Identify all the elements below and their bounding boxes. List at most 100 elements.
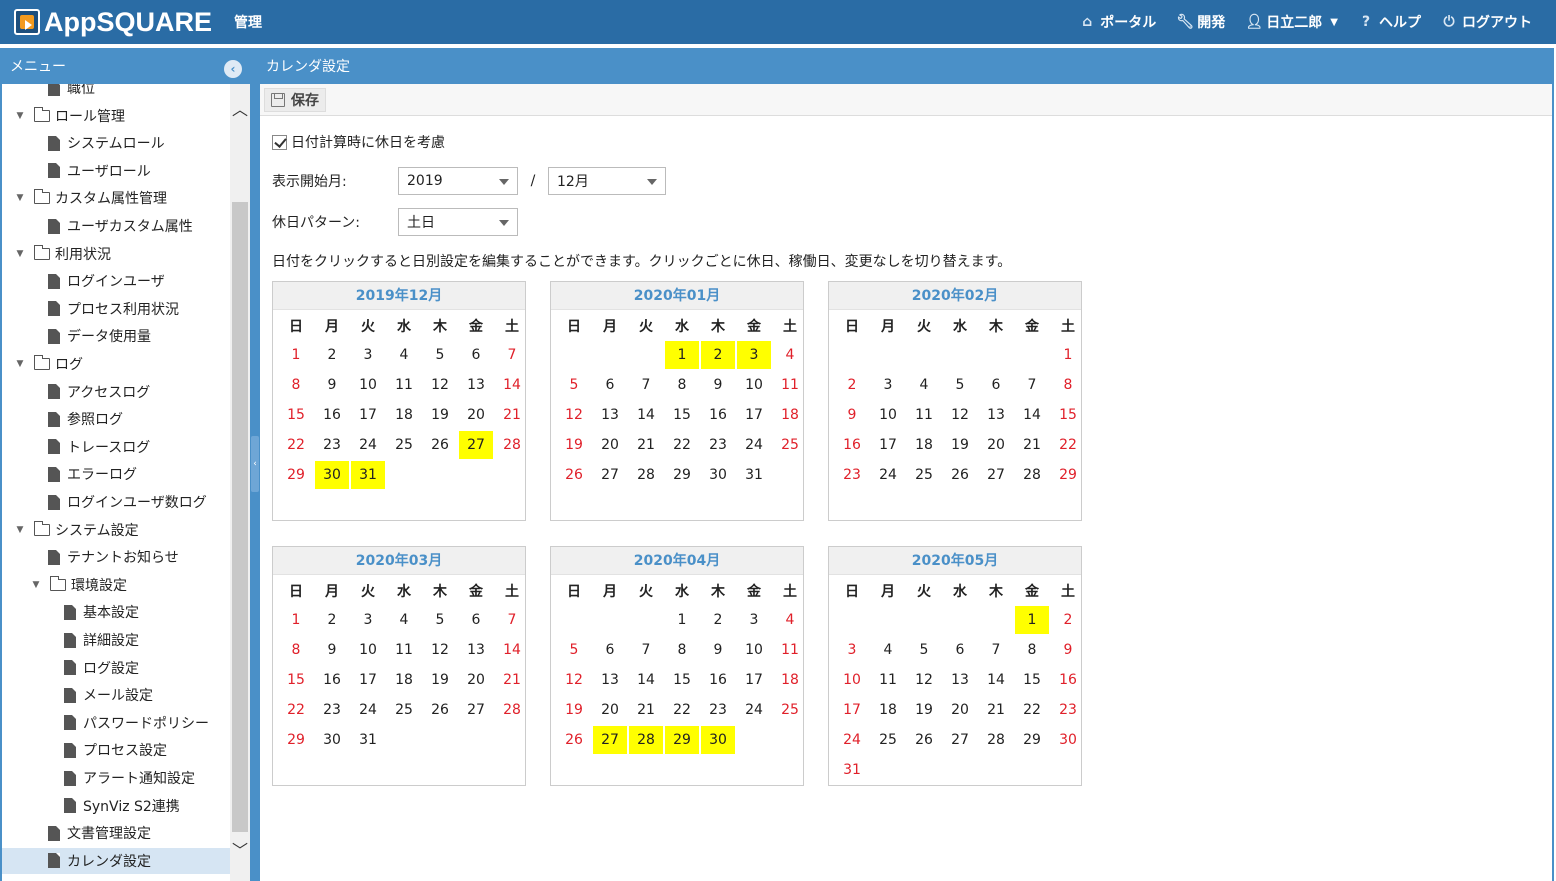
calendar-day[interactable]: 21 [628, 430, 664, 460]
expand-toggle-icon[interactable]: ▼ [14, 249, 26, 259]
calendar-day[interactable]: 17 [834, 695, 870, 725]
sidebar-item[interactable]: エラーログ [2, 461, 230, 487]
calendar-day[interactable]: 27 [458, 695, 494, 725]
calendar-day[interactable]: 18 [772, 400, 808, 430]
calendar-day[interactable]: 26 [556, 460, 592, 490]
sidebar-item[interactable]: 職位 [2, 84, 230, 101]
calendar-day[interactable]: 29 [1014, 725, 1050, 755]
calendar-day[interactable]: 28 [628, 725, 664, 755]
sidebar-item[interactable]: 詳細設定 [2, 627, 230, 653]
calendar-day[interactable]: 11 [386, 370, 422, 400]
sidebar-item[interactable]: メール設定 [2, 682, 230, 708]
calendar-day[interactable]: 18 [870, 695, 906, 725]
holiday-pattern-select[interactable]: 土日 [398, 208, 518, 236]
calendar-day[interactable]: 26 [422, 430, 458, 460]
collapse-sidebar-icon[interactable]: ‹ [224, 60, 242, 78]
calendar-day[interactable]: 11 [386, 635, 422, 665]
sidebar-item[interactable]: トレースログ [2, 434, 230, 460]
calendar-day[interactable]: 13 [458, 370, 494, 400]
calendar-day[interactable]: 17 [350, 665, 386, 695]
calendar-day[interactable]: 24 [736, 430, 772, 460]
calendar-day[interactable]: 7 [628, 635, 664, 665]
calendar-day[interactable]: 2 [700, 340, 736, 370]
sidebar-item[interactable]: ユーザカスタム属性 [2, 213, 230, 239]
calendar-day[interactable]: 30 [700, 725, 736, 755]
calendar-day[interactable]: 22 [664, 695, 700, 725]
calendar-day[interactable]: 8 [1050, 370, 1086, 400]
sidebar-item[interactable]: ▼ システム設定 [2, 517, 230, 543]
calendar-day[interactable]: 29 [278, 725, 314, 755]
sidebar-scrollbar[interactable]: ︿ ﹀ [230, 84, 250, 881]
nav-develop-link[interactable]: 🔧︎ 開発 [1176, 12, 1225, 32]
calendar-day[interactable]: 1 [278, 340, 314, 370]
start-month-select[interactable]: 12月 [548, 167, 666, 195]
calendar-day[interactable]: 6 [592, 635, 628, 665]
expand-toggle-icon[interactable]: ▼ [14, 525, 26, 535]
calendar-day[interactable]: 21 [494, 400, 530, 430]
calendar-day[interactable]: 8 [278, 370, 314, 400]
calendar-day[interactable]: 7 [494, 340, 530, 370]
calendar-day[interactable]: 21 [1014, 430, 1050, 460]
calendar-day[interactable]: 3 [736, 605, 772, 635]
calendar-day[interactable]: 25 [870, 725, 906, 755]
calendar-day[interactable]: 1 [664, 340, 700, 370]
calendar-day[interactable]: 7 [1014, 370, 1050, 400]
calendar-day[interactable]: 11 [772, 370, 808, 400]
calendar-day[interactable]: 10 [870, 400, 906, 430]
calendar-day[interactable]: 18 [386, 400, 422, 430]
calendar-day[interactable]: 1 [278, 605, 314, 635]
calendar-day[interactable]: 15 [664, 400, 700, 430]
calendar-day[interactable]: 16 [1050, 665, 1086, 695]
sidebar-item[interactable]: 参照ログ [2, 406, 230, 432]
calendar-day[interactable]: 5 [906, 635, 942, 665]
calendar-day[interactable]: 20 [978, 430, 1014, 460]
calendar-day[interactable]: 19 [422, 400, 458, 430]
expand-toggle-icon[interactable]: ▼ [14, 359, 26, 369]
calendar-day[interactable]: 1 [1050, 340, 1086, 370]
calendar-day[interactable]: 8 [664, 370, 700, 400]
calendar-day[interactable]: 11 [772, 635, 808, 665]
calendar-day[interactable]: 13 [942, 665, 978, 695]
calendar-day[interactable]: 10 [736, 370, 772, 400]
calendar-day[interactable]: 24 [736, 695, 772, 725]
sidebar-item[interactable]: カレンダ設定 [2, 847, 230, 874]
calendar-day[interactable]: 25 [772, 430, 808, 460]
calendar-day[interactable]: 11 [906, 400, 942, 430]
calendar-day[interactable]: 19 [942, 430, 978, 460]
sidebar-item[interactable]: ユーザロール [2, 158, 230, 184]
calendar-day[interactable]: 6 [458, 605, 494, 635]
calendar-day[interactable]: 2 [700, 605, 736, 635]
expand-toggle-icon[interactable]: ▼ [14, 111, 26, 121]
calendar-day[interactable]: 3 [870, 370, 906, 400]
calendar-day[interactable]: 4 [772, 605, 808, 635]
save-button[interactable]: 保存 [264, 87, 326, 112]
calendar-day[interactable]: 14 [628, 665, 664, 695]
calendar-day[interactable]: 13 [978, 400, 1014, 430]
calendar-day[interactable]: 14 [978, 665, 1014, 695]
calendar-day[interactable]: 28 [628, 460, 664, 490]
calendar-day[interactable]: 27 [978, 460, 1014, 490]
calendar-day[interactable]: 7 [628, 370, 664, 400]
sidebar-item[interactable]: プロセス設定 [2, 737, 230, 763]
calendar-day[interactable]: 4 [772, 340, 808, 370]
calendar-day[interactable]: 19 [556, 430, 592, 460]
calendar-day[interactable]: 6 [458, 340, 494, 370]
calendar-day[interactable]: 24 [870, 460, 906, 490]
sidebar-item[interactable]: ▼ ログ [2, 351, 230, 377]
calendar-day[interactable]: 9 [700, 370, 736, 400]
calendar-day[interactable]: 15 [1050, 400, 1086, 430]
calendar-day[interactable]: 16 [314, 400, 350, 430]
calendar-day[interactable]: 9 [1050, 635, 1086, 665]
calendar-day[interactable]: 16 [314, 665, 350, 695]
consider-holidays-option[interactable]: 日付計算時に休日を考慮 [272, 132, 445, 152]
calendar-day[interactable]: 30 [314, 725, 350, 755]
sidebar-item[interactable]: データ使用量 [2, 323, 230, 349]
calendar-day[interactable]: 25 [386, 430, 422, 460]
calendar-day[interactable]: 31 [834, 755, 870, 785]
calendar-day[interactable]: 31 [350, 460, 386, 490]
calendar-day[interactable]: 2 [834, 370, 870, 400]
calendar-day[interactable]: 21 [628, 695, 664, 725]
scroll-up-icon[interactable]: ︿ [230, 98, 250, 122]
calendar-day[interactable]: 21 [978, 695, 1014, 725]
calendar-day[interactable]: 14 [1014, 400, 1050, 430]
